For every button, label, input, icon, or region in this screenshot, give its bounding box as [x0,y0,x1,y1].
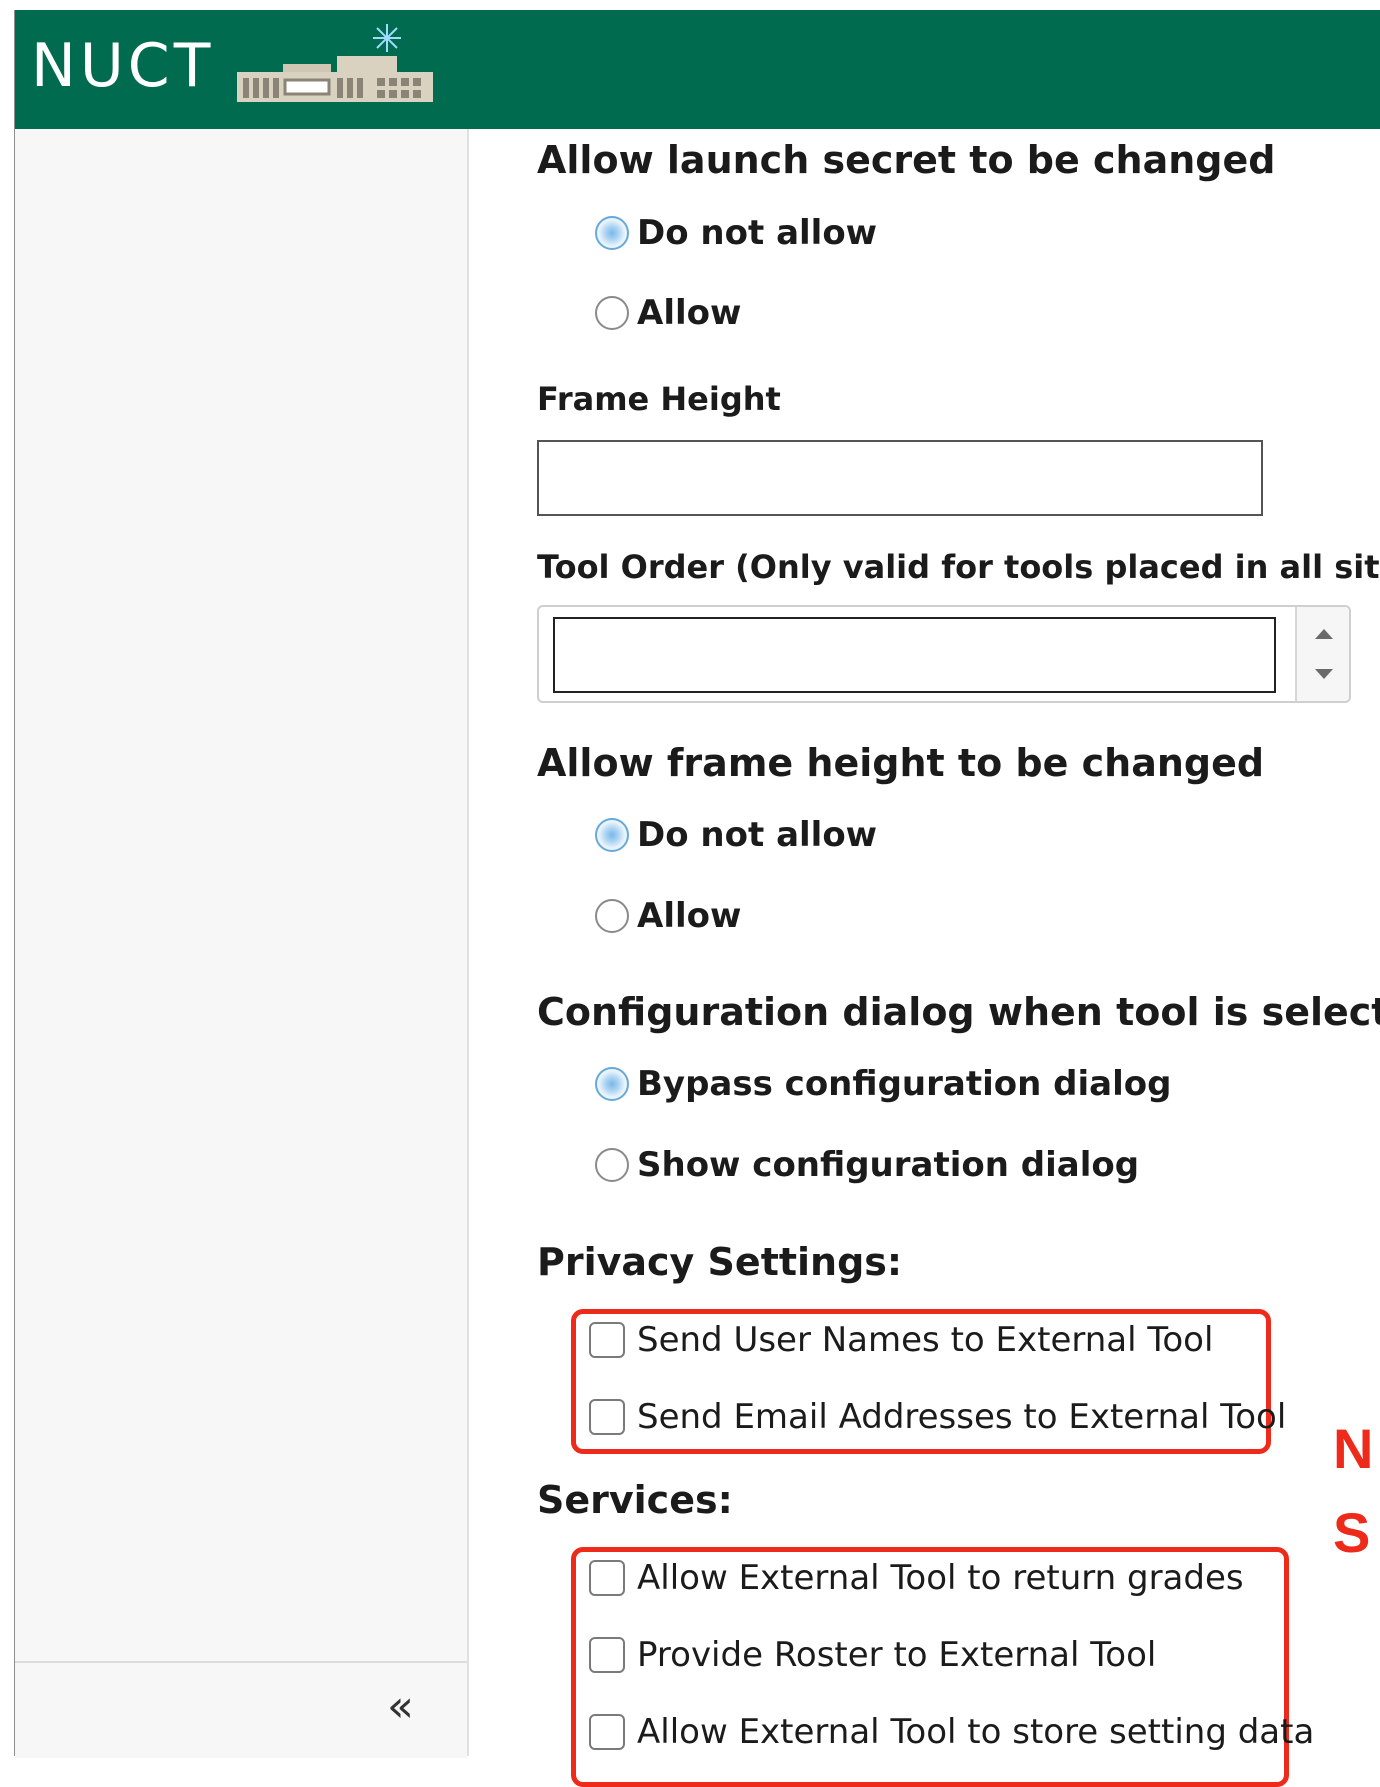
radio-label: Do not allow [637,815,878,855]
frame-height-input[interactable] [537,440,1263,516]
window-top-edge [14,0,1380,10]
radio-unchecked-icon[interactable] [595,296,629,330]
annotation-note-line1: N [1333,1417,1374,1480]
radio-label: Allow [637,896,742,936]
frame-height-allow-radio[interactable]: Allow [595,896,741,936]
radio-label: Allow [637,293,742,333]
tool-order-input[interactable] [553,617,1276,693]
checkbox-icon[interactable] [589,1714,625,1750]
privacy-settings-heading: Privacy Settings: [537,1240,903,1284]
launch-secret-do-not-allow-radio[interactable]: Do not allow [595,213,877,253]
return-grades-checkbox[interactable]: Allow External Tool to return grades [589,1558,1244,1598]
config-dialog-heading: Configuration dialog when tool is select… [537,990,1380,1034]
tool-order-label: Tool Order (Only valid for tools placed … [537,548,1380,586]
tool-order-stepper [1295,607,1349,701]
radio-unchecked-icon[interactable] [595,1148,629,1182]
radio-label: Do not allow [637,213,878,253]
services-heading: Services: [537,1478,733,1522]
send-email-addresses-checkbox[interactable]: Send Email Addresses to External Tool [589,1397,1286,1437]
radio-unchecked-icon[interactable] [595,899,629,933]
checkbox-icon[interactable] [589,1399,625,1435]
provide-roster-checkbox[interactable]: Provide Roster to External Tool [589,1635,1156,1675]
left-sidebar: « [15,129,469,1758]
show-config-dialog-radio[interactable]: Show configuration dialog [595,1145,1139,1185]
stepper-down-icon[interactable] [1315,669,1333,679]
radio-checked-icon[interactable] [595,216,629,250]
launch-secret-heading: Allow launch secret to be changed [537,138,1276,182]
radio-label: Bypass configuration dialog [637,1064,1172,1104]
checkbox-label: Send User Names to External Tool [637,1320,1214,1360]
launch-secret-allow-radio[interactable]: Allow [595,293,741,333]
radio-checked-icon[interactable] [595,818,629,852]
annotation-note-line2: S [1333,1501,1371,1564]
checkbox-label: Provide Roster to External Tool [637,1635,1157,1675]
bypass-config-dialog-radio[interactable]: Bypass configuration dialog [595,1064,1171,1104]
frame-height-label: Frame Height [537,380,781,418]
collapse-sidebar-icon[interactable]: « [387,1685,414,1729]
checkbox-icon[interactable] [589,1637,625,1673]
sidebar-footer: « [15,1661,467,1758]
tool-order-number-input [537,605,1351,703]
checkbox-label: Allow External Tool to store setting dat… [637,1712,1315,1752]
main-content: Allow launch secret to be changed Do not… [469,129,1380,1787]
window-left-border [0,0,16,1756]
checkbox-icon[interactable] [589,1322,625,1358]
frame-height-do-not-allow-radio[interactable]: Do not allow [595,815,877,855]
frame-height-change-heading: Allow frame height to be changed [537,741,1265,785]
radio-checked-icon[interactable] [595,1067,629,1101]
send-user-names-checkbox[interactable]: Send User Names to External Tool [589,1320,1213,1360]
building-logo-icon [237,24,433,102]
site-header: NUCT [15,10,1380,129]
store-setting-data-checkbox[interactable]: Allow External Tool to store setting dat… [589,1712,1314,1752]
stepper-up-icon[interactable] [1315,629,1333,639]
checkbox-label: Send Email Addresses to External Tool [637,1397,1287,1437]
radio-label: Show configuration dialog [637,1145,1140,1185]
checkbox-icon[interactable] [589,1560,625,1596]
logo-text[interactable]: NUCT [31,36,214,96]
checkbox-label: Allow External Tool to return grades [637,1558,1244,1598]
